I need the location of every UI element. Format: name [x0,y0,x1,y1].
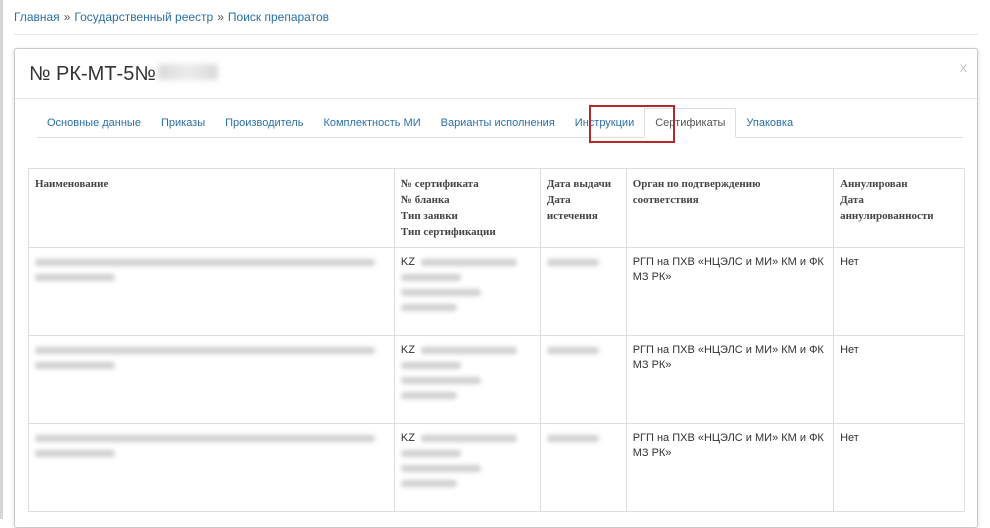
redacted-text [35,259,375,266]
cell-annulled: Нет [833,247,965,336]
cell-dates [539,423,627,512]
redacted-number [157,64,218,80]
breadcrumb-drug-search[interactable]: Поиск препаратов [228,10,329,24]
redacted-text [400,450,461,457]
header-dates: Дата выдачи Дата истечения [539,168,627,248]
cell-certificate: KZ [393,247,541,336]
cell-authority: РГП на ПХВ «НЦЭЛС и МИ» КМ и ФК МЗ РК» [625,335,835,424]
cell-annulled: Нет [833,423,965,512]
registration-modal: № РК-МТ-5№ x Основные данные Приказы Про… [14,48,978,528]
tab-certificates[interactable]: Сертификаты [644,108,737,138]
cell-authority: РГП на ПХВ «НЦЭЛС и МИ» КМ и ФК МЗ РК» [625,247,835,336]
table-row: KZ РГП на ПХВ «НЦЭЛС и МИ» КМ и ФК МЗ РК… [28,247,965,336]
cell-authority: РГП на ПХВ «НЦЭЛС и МИ» КМ и ФК МЗ РК» [625,423,835,512]
header-annulled: Аннулирован Дата аннулированности [833,168,965,248]
cell-annulled: Нет [833,335,965,424]
cell-certificate: KZ [393,423,541,512]
redacted-text [420,259,517,266]
breadcrumb: Главная » Государственный реестр » Поиск… [14,10,329,24]
left-edge-stripe [0,0,3,519]
redacted-text [400,392,457,399]
modal-title: № РК-МТ-5№ [29,63,218,86]
cert-prefix: KZ [400,432,415,444]
close-button[interactable]: x [960,59,967,75]
page-divider [14,34,978,35]
certificates-table: Наименование № сертификата № бланка Тип … [28,168,965,512]
header-authority: Орган по подтверждению соответствия [625,168,835,248]
redacted-text [546,435,599,442]
redacted-text [35,362,115,369]
header-name: Наименование [28,168,395,248]
redacted-text [400,274,461,281]
tab-instructions[interactable]: Инструкции [565,117,644,137]
breadcrumb-state-registry[interactable]: Государственный реестр [74,10,213,24]
redacted-text [400,480,457,487]
table-row: KZ РГП на ПХВ «НЦЭЛС и МИ» КМ и ФК МЗ РК… [28,423,965,512]
redacted-text [400,304,457,311]
redacted-text [35,274,115,281]
redacted-text [35,435,375,442]
registration-number: № РК-МТ-5№ [29,63,156,85]
redacted-text [546,259,599,266]
cell-name [28,247,395,336]
table-header-row: Наименование № сертификата № бланка Тип … [28,168,965,248]
tab-manufacturer[interactable]: Производитель [215,117,313,137]
cell-certificate: KZ [393,335,541,424]
table-row: KZ РГП на ПХВ «НЦЭЛС и МИ» КМ и ФК МЗ РК… [28,335,965,424]
cert-prefix: KZ [400,256,415,268]
redacted-text [35,450,115,457]
tab-bar: Основные данные Приказы Производитель Ко… [37,106,963,138]
tab-orders[interactable]: Приказы [151,117,215,137]
redacted-text [400,465,481,472]
tab-packaging[interactable]: Упаковка [736,117,803,137]
tab-basic-data[interactable]: Основные данные [37,117,151,137]
redacted-text [400,377,481,384]
redacted-text [420,435,517,442]
cell-name [28,335,395,424]
tab-variants[interactable]: Варианты исполнения [431,117,565,137]
cell-dates [539,335,627,424]
redacted-text [546,347,599,354]
breadcrumb-home[interactable]: Главная [14,10,60,24]
cell-name [28,423,395,512]
tab-completeness[interactable]: Комплектность МИ [313,117,430,137]
redacted-text [400,289,481,296]
breadcrumb-separator: » [63,10,71,24]
redacted-text [35,347,375,354]
modal-header: № РК-МТ-5№ x [15,49,977,99]
cell-dates [539,247,627,336]
redacted-text [420,347,517,354]
breadcrumb-separator: » [217,10,224,24]
cert-prefix: KZ [400,344,415,356]
redacted-text [400,362,461,369]
header-certificate: № сертификата № бланка Тип заявки Тип се… [393,168,541,248]
